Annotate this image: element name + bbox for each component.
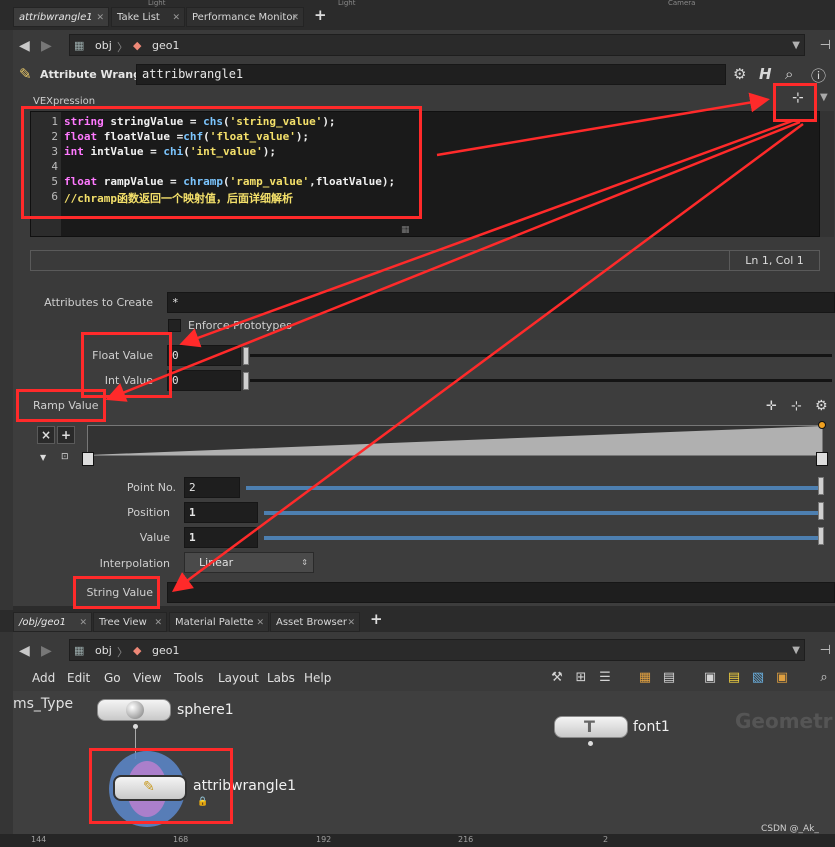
arrow-to-string: [171, 122, 804, 592]
annotation-arrows: [105, 92, 804, 592]
arrow-code-to-button: [436, 92, 770, 157]
arrow-to-ramp: [105, 120, 801, 402]
arrow-to-float-int: [179, 118, 796, 348]
